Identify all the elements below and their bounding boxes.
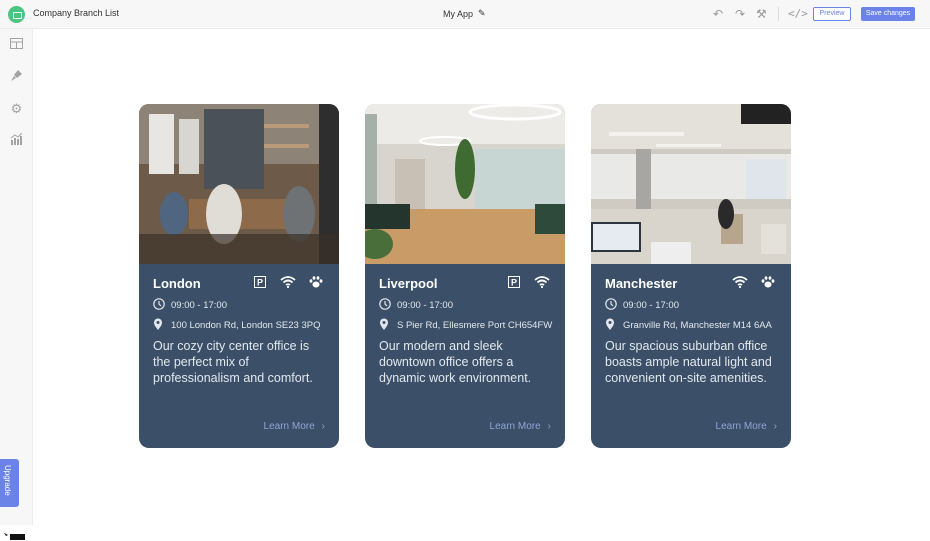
wifi-icon — [533, 276, 551, 290]
clock-icon — [379, 298, 391, 313]
branch-name: Liverpool — [379, 276, 438, 291]
toolbar-divider — [778, 7, 779, 21]
paw-icon — [759, 276, 777, 290]
learn-more-link[interactable]: Learn More › — [490, 421, 551, 432]
branch-address: Granville Rd, Manchester M14 6AA — [623, 320, 772, 331]
parking-icon: P — [251, 276, 269, 290]
sidebar: ⚙ Upgrade — [0, 29, 33, 540]
location-pin-icon — [153, 318, 165, 333]
opening-hours: 09:00 - 17:00 — [623, 300, 679, 311]
branch-description: Our modern and sleek downtown office off… — [379, 339, 532, 385]
analytics-icon[interactable] — [0, 132, 33, 148]
address-row: Granville Rd, Manchester M14 6AA — [605, 318, 772, 333]
top-bar: Company Branch List My App ✎ ↶ ↷ ⚒ </> P… — [0, 0, 930, 29]
app-name: Company Branch List — [33, 8, 120, 18]
table-icon[interactable] — [0, 37, 33, 52]
upgrade-label: Upgrade — [3, 465, 12, 496]
wifi-icon — [279, 276, 297, 290]
hours-row: 09:00 - 17:00 — [605, 298, 679, 313]
branch-card-liverpool: Liverpool P 09:00 - 17:00 S Pier Rd, Ell… — [365, 104, 565, 448]
svg-text:P: P — [257, 278, 263, 288]
branch-address: S Pier Rd, Ellesmere Port CH654FW — [397, 320, 553, 331]
learn-more-link[interactable]: Learn More › — [264, 421, 325, 432]
code-icon[interactable]: </> — [788, 7, 808, 21]
branch-address: 100 London Rd, London SE23 3PQ — [171, 320, 321, 331]
branch-card-manchester: Manchester 09:00 - 17:00 Granville Rd, M… — [591, 104, 791, 448]
branch-photo — [591, 104, 791, 264]
hours-row: 09:00 - 17:00 — [379, 298, 453, 313]
learn-more-link[interactable]: Learn More › — [716, 421, 777, 432]
upgrade-button[interactable]: Upgrade — [0, 459, 19, 507]
branch-name: Manchester — [605, 276, 678, 291]
wifi-icon — [731, 276, 749, 290]
address-row: 100 London Rd, London SE23 3PQ — [153, 318, 320, 333]
edit-title-icon[interactable]: ✎ — [478, 8, 486, 19]
save-changes-button[interactable]: Save changes — [861, 7, 915, 21]
hours-row: 09:00 - 17:00 — [153, 298, 227, 313]
opening-hours: 09:00 - 17:00 — [397, 300, 453, 311]
brush-icon[interactable]: ⚒ — [756, 7, 767, 21]
app-title[interactable]: My App — [443, 9, 473, 19]
redo-icon[interactable]: ↷ — [735, 7, 745, 21]
undo-icon[interactable]: ↶ — [713, 7, 723, 21]
gear-icon[interactable]: ⚙ — [0, 101, 33, 117]
amenity-icons — [731, 276, 777, 290]
chevron-right-icon: › — [321, 421, 325, 432]
location-pin-icon — [379, 318, 391, 333]
address-row: S Pier Rd, Ellesmere Port CH654FW — [379, 318, 552, 333]
preview-button[interactable]: Preview — [813, 7, 851, 21]
chevron-right-icon: › — [773, 421, 777, 432]
clock-icon — [605, 298, 617, 313]
branch-card-london: London P 09:00 - 17:00 100 London Rd, Lo… — [139, 104, 339, 448]
svg-text:P: P — [511, 278, 517, 288]
parking-icon: P — [505, 276, 523, 290]
branch-description: Our cozy city center office is the perfe… — [153, 339, 313, 385]
location-pin-icon — [605, 318, 617, 333]
paw-icon — [307, 276, 325, 290]
opening-hours: 09:00 - 17:00 — [171, 300, 227, 311]
amenity-icons: P — [251, 276, 325, 290]
branch-photo — [365, 104, 565, 264]
learn-more-label: Learn More — [715, 421, 767, 432]
branch-name: London — [153, 276, 201, 291]
brush-icon[interactable] — [0, 69, 33, 85]
learn-more-label: Learn More — [263, 421, 315, 432]
app-logo-icon — [8, 6, 25, 23]
chevron-right-icon: › — [547, 421, 551, 432]
clock-icon — [153, 298, 165, 313]
branch-description: Our spacious suburban office boasts ampl… — [605, 339, 772, 385]
amenity-icons: P — [505, 276, 551, 290]
learn-more-label: Learn More — [489, 421, 541, 432]
brand-logo-icon — [4, 533, 25, 540]
branch-photo — [139, 104, 339, 264]
